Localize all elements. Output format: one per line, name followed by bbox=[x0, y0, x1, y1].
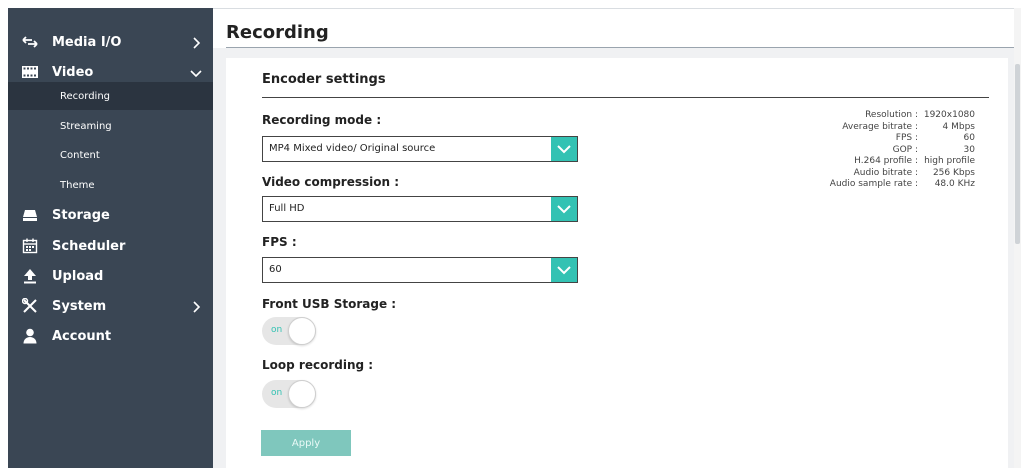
top-divider bbox=[213, 8, 1021, 9]
loop-recording-label: Loop recording : bbox=[262, 358, 374, 372]
info-key: Audio sample rate : bbox=[829, 179, 918, 189]
info-value: 256 Kbps bbox=[932, 167, 975, 178]
loop-recording-toggle[interactable]: on bbox=[262, 380, 316, 408]
info-value: 30 bbox=[963, 144, 975, 155]
sidebar-item-media-io[interactable]: Media I/O bbox=[8, 28, 213, 56]
sidebar-subitem-theme[interactable]: Theme bbox=[8, 171, 213, 199]
video-compression-label: Video compression : bbox=[262, 175, 400, 189]
info-row-resolution: Resolution : 1920x1080 bbox=[800, 110, 975, 122]
chevron-down-icon[interactable] bbox=[551, 258, 577, 282]
sidebar-item-system[interactable]: System bbox=[8, 292, 213, 320]
sidebar-item-storage[interactable]: Storage bbox=[8, 201, 213, 229]
front-usb-label: Front USB Storage : bbox=[262, 297, 397, 311]
sidebar-item-account[interactable]: Account bbox=[8, 322, 213, 350]
chevron-down-icon[interactable] bbox=[551, 137, 577, 161]
sidebar-item-upload[interactable]: Upload bbox=[8, 262, 213, 290]
fps-label: FPS : bbox=[262, 235, 297, 249]
info-row-fps: FPS : 60 bbox=[800, 133, 975, 145]
chevron-down-icon[interactable] bbox=[551, 197, 577, 221]
select-value: Full HD bbox=[269, 203, 305, 214]
sidebar-subitem-label: Recording bbox=[60, 90, 111, 102]
sidebar-subitem-streaming[interactable]: Streaming bbox=[8, 112, 213, 140]
tools-icon bbox=[22, 298, 38, 314]
film-strip-icon bbox=[22, 64, 38, 80]
select-value: MP4 Mixed video/ Original source bbox=[269, 143, 436, 154]
info-row-average-bitrate: Average bitrate : 4 Mbps bbox=[800, 122, 975, 134]
section-title: Encoder settings bbox=[262, 72, 386, 87]
fps-select[interactable]: 60 bbox=[262, 257, 578, 283]
calendar-icon bbox=[22, 238, 38, 254]
sidebar-subitem-recording[interactable]: Recording bbox=[8, 82, 213, 110]
select-value: 60 bbox=[269, 264, 282, 275]
toggle-state: on bbox=[271, 325, 283, 335]
chevron-down-icon bbox=[189, 65, 203, 79]
sidebar: Media I/O Video Recording Streaming Cont… bbox=[8, 8, 213, 468]
sidebar-item-label: Media I/O bbox=[52, 34, 122, 50]
apply-button[interactable]: Apply bbox=[261, 430, 351, 456]
info-key: Average bitrate : bbox=[842, 121, 918, 132]
sidebar-item-label: System bbox=[52, 298, 107, 314]
sidebar-subitem-label: Content bbox=[60, 149, 100, 161]
info-row-h264-profile: H.264 profile : high profile bbox=[800, 156, 975, 168]
info-row-audio-bitrate: Audio bitrate : 256 Kbps bbox=[800, 168, 975, 180]
sidebar-subitem-label: Theme bbox=[60, 179, 95, 191]
info-key: H.264 profile : bbox=[854, 156, 918, 166]
user-icon bbox=[22, 328, 38, 344]
info-key: FPS : bbox=[895, 133, 918, 143]
sidebar-item-label: Storage bbox=[52, 207, 110, 223]
sidebar-subitem-content[interactable]: Content bbox=[8, 141, 213, 169]
info-value: 4 Mbps bbox=[942, 121, 975, 132]
sidebar-item-label: Upload bbox=[52, 268, 104, 284]
upload-arrow-icon bbox=[22, 268, 38, 284]
toggle-knob bbox=[288, 380, 316, 408]
sidebar-item-scheduler[interactable]: Scheduler bbox=[8, 232, 213, 260]
info-row-gop: GOP : 30 bbox=[800, 145, 975, 157]
front-usb-toggle[interactable]: on bbox=[262, 317, 316, 345]
recording-mode-label: Recording mode : bbox=[262, 113, 382, 127]
info-value: high profile bbox=[924, 156, 975, 166]
chevron-right-icon bbox=[189, 35, 203, 49]
toggle-state: on bbox=[271, 388, 283, 398]
encoder-info-panel: Resolution : 1920x1080 Average bitrate : 4… bbox=[800, 110, 975, 191]
info-key: Resolution : bbox=[865, 110, 918, 120]
drive-icon bbox=[22, 207, 38, 223]
toggle-knob bbox=[288, 317, 316, 345]
info-key: Audio bitrate : bbox=[853, 167, 918, 178]
info-value: 1920x1080 bbox=[923, 110, 975, 120]
info-row-audio-sample-rate: Audio sample rate : 48.0 KHz bbox=[800, 179, 975, 191]
chevron-right-icon bbox=[189, 299, 203, 313]
page-title: Recording bbox=[226, 22, 329, 43]
recording-mode-select[interactable]: MP4 Mixed video/ Original source bbox=[262, 136, 578, 162]
sidebar-subitem-label: Streaming bbox=[60, 120, 112, 132]
scrollbar-thumb[interactable] bbox=[1015, 64, 1020, 244]
section-divider bbox=[262, 97, 989, 98]
info-key: GOP : bbox=[892, 144, 918, 155]
info-value: 48.0 KHz bbox=[934, 179, 975, 189]
video-compression-select[interactable]: Full HD bbox=[262, 196, 578, 222]
info-value: 60 bbox=[963, 133, 975, 143]
swap-arrows-icon bbox=[22, 34, 38, 50]
sidebar-item-label: Video bbox=[52, 64, 94, 80]
sidebar-item-label: Account bbox=[52, 328, 112, 344]
sidebar-item-label: Scheduler bbox=[52, 238, 126, 254]
